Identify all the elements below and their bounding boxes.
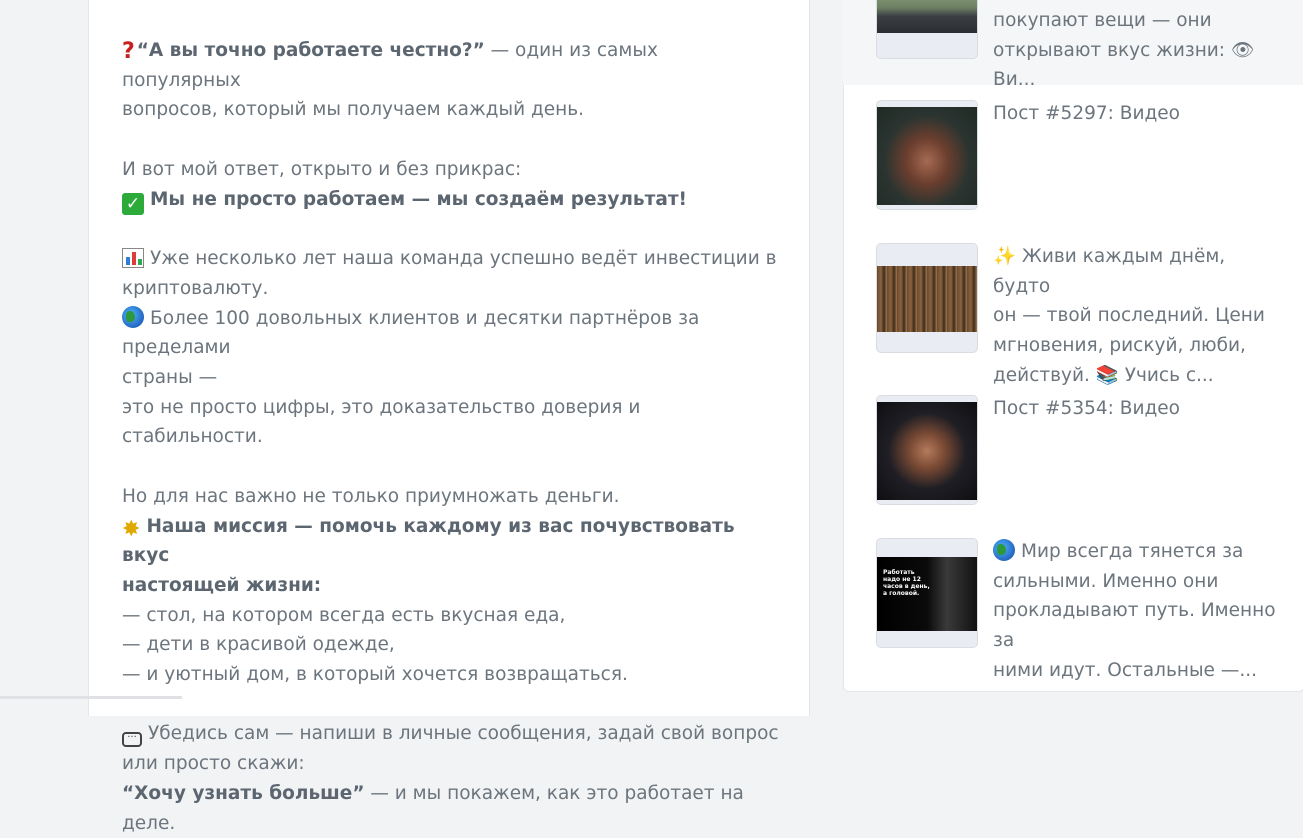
post-line: или просто скажи:	[122, 753, 305, 775]
related-post-line: покупают вещи — они	[993, 10, 1212, 31]
thumbnail-caption: Работать надо не 12 часов в день, а голо…	[883, 569, 930, 597]
related-post-line: ✨ Живи каждым днём, будто	[993, 246, 1226, 297]
post-question: “А вы точно работаете честно?”	[136, 40, 485, 61]
related-post-text: покупают вещи — они открывают вкус жизни…	[993, 6, 1283, 95]
related-post-line: он — твой последний. Цени	[993, 305, 1265, 327]
post-bold-quote: “Хочу узнать больше”	[122, 782, 365, 804]
thumbnail-image: Работать надо не 12 часов в день, а голо…	[877, 557, 977, 631]
post-bold-line: Наша миссия — помочь каждому из вас почу…	[122, 515, 735, 567]
post-thumbnail[interactable]	[876, 100, 978, 210]
post-line: ✸ Наша миссия — помочь каждому из вас поч…	[122, 512, 782, 571]
related-post-line: ними идут. Остальные —...	[993, 659, 1257, 681]
thumbnail-image	[877, 107, 977, 205]
post-bold-line: настоящей жизни:	[122, 574, 322, 596]
related-post-text: ✨ Живи каждым днём, будто он — твой посл…	[993, 242, 1283, 391]
related-post-line: сильными. Именно они	[993, 570, 1219, 592]
thumbnail-image	[877, 0, 977, 33]
post-line: Но для нас важно не только приумножать д…	[122, 485, 620, 507]
post-line: ✓ Мы не просто работаем — мы создаём резу…	[122, 185, 782, 215]
sparkle-star-icon: ✸	[122, 516, 141, 542]
post-line: — дети в красивой одежде,	[122, 634, 395, 656]
related-post-line: Пост #5297: Видео	[993, 103, 1180, 124]
post-line: И вот мой ответ, открыто и без прикрас:	[122, 158, 522, 180]
post-thumbnail[interactable]: Работать надо не 12 часов в день, а голо…	[876, 538, 978, 648]
related-post-item[interactable]: Пост #5297: Видео	[843, 86, 1303, 231]
post-thumbnail[interactable]	[876, 243, 978, 353]
post-line: Уже несколько лет наша команда успешно в…	[122, 244, 782, 274]
post-line: — стол, на котором всегда есть вкусная е…	[122, 604, 566, 626]
related-post-line: прокладывают путь. Именно за	[993, 600, 1276, 652]
related-post-item[interactable]: покупают вещи — они открывают вкус жизни…	[843, 0, 1303, 90]
related-post-line: Пост #5354: Видео	[993, 398, 1180, 419]
post-line: вопросов, который мы получаем каждый ден…	[122, 99, 585, 121]
thumbnail-image	[877, 402, 977, 500]
related-post-text: Пост #5297: Видео	[993, 99, 1283, 129]
post-text: Более 100 довольных клиентов и десятки п…	[122, 307, 700, 359]
related-post-item[interactable]: ✨ Живи каждым днём, будто он — твой посл…	[843, 229, 1303, 386]
related-post-text: Пост #5354: Видео	[993, 394, 1283, 424]
post-bold-line: Мы не просто работаем — мы создаём резул…	[150, 188, 687, 210]
post-line: ··· Убедись сам — напиши в личные сообщен…	[122, 719, 782, 749]
post-body: ? “А вы точно работаете честно?” — один и…	[122, 36, 782, 838]
thumbnail-image	[877, 266, 977, 332]
post-text: Убедись сам — напиши в личные сообщения,…	[148, 723, 779, 745]
post-line: криптовалюту.	[122, 277, 269, 299]
post-line: Более 100 довольных клиентов и десятки п…	[122, 304, 782, 363]
related-post-text: Мир всегда тянется за сильными. Именно о…	[993, 537, 1283, 686]
bar-chart-icon	[122, 248, 144, 269]
post-text: Уже несколько лет наша команда успешно в…	[150, 248, 777, 270]
related-post-line: мгновения, рискуй, люби,	[993, 335, 1246, 357]
post-thumbnail[interactable]	[876, 0, 978, 59]
related-post-item[interactable]: Работать надо не 12 часов в день, а голо…	[843, 524, 1303, 681]
speech-bubble-icon: ···	[122, 732, 142, 748]
post-line: настоящей жизни:	[122, 571, 782, 601]
post-thumbnail[interactable]	[876, 395, 978, 505]
post-line: страны —	[122, 367, 218, 388]
post-line: это не просто цифры, это доказательство …	[122, 396, 641, 448]
related-post-line: Мир всегда тянется за	[993, 537, 1283, 567]
check-mark-icon: ✓	[122, 192, 144, 215]
globe-icon	[122, 305, 144, 328]
related-post-text-span: Мир всегда тянется за	[1021, 541, 1244, 562]
globe-icon	[993, 539, 1015, 561]
question-mark-icon: ?	[122, 39, 135, 64]
post-line: ? “А вы точно работаете честно?” — один и…	[122, 36, 782, 95]
related-post-item[interactable]: Пост #5354: Видео	[843, 381, 1303, 526]
post-line: — и уютный дом, в который хочется возвра…	[122, 664, 628, 686]
post-line: “Хочу узнать больше” — и мы покажем, как…	[122, 779, 782, 838]
